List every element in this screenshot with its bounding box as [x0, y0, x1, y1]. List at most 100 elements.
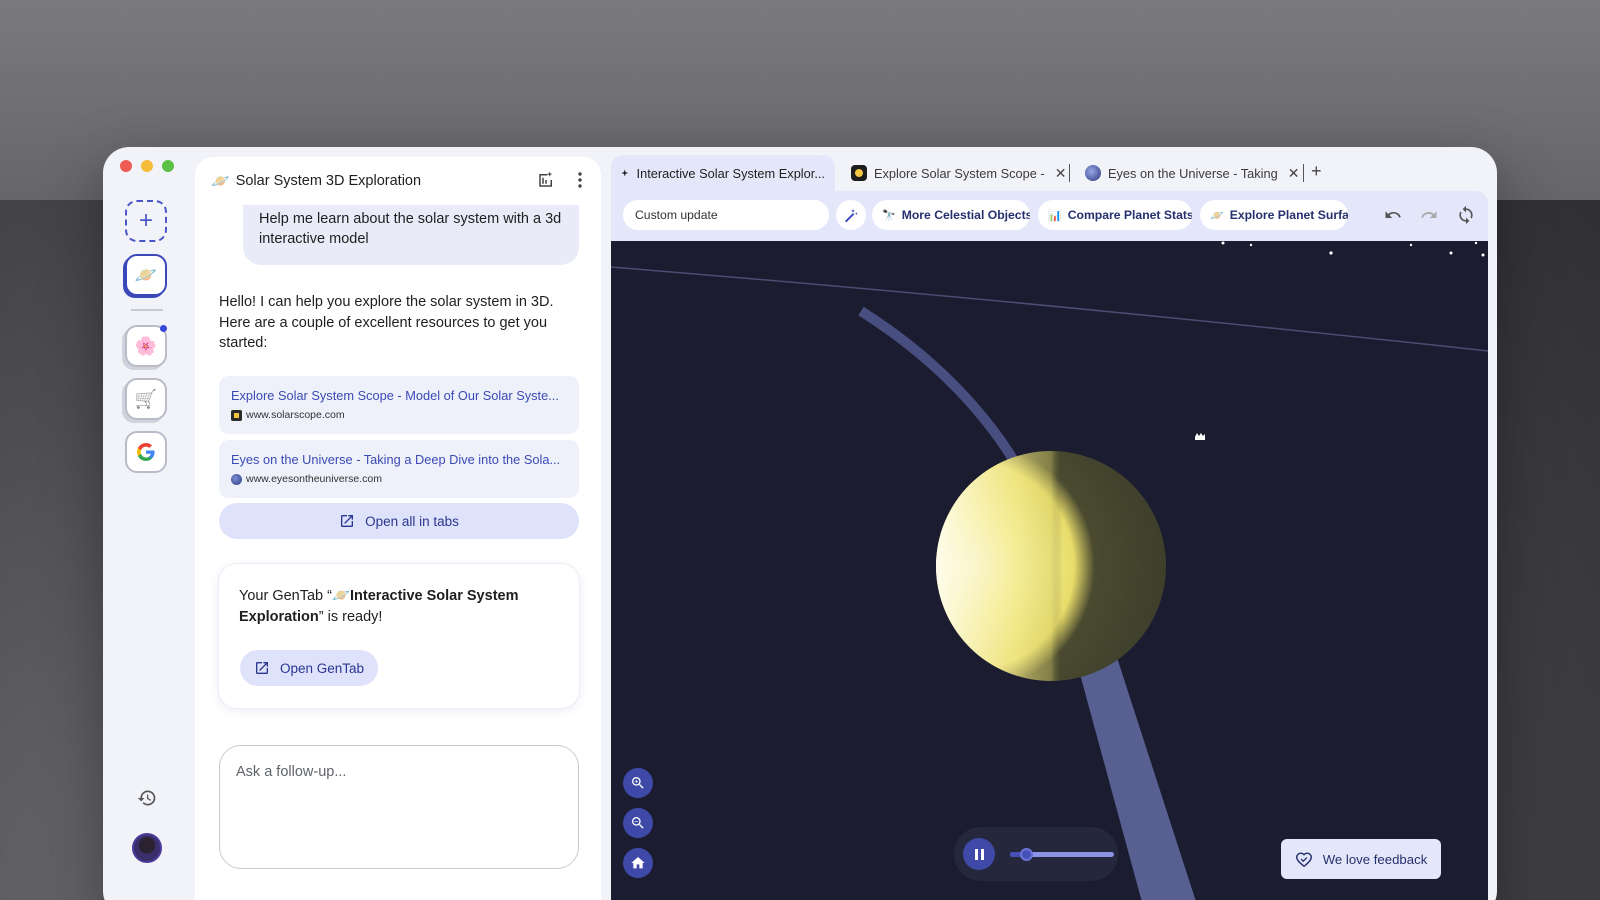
feedback-button[interactable]: We love feedback — [1281, 839, 1441, 879]
avatar[interactable] — [132, 833, 162, 863]
ringed-planet-icon: 🪐 — [331, 588, 351, 604]
gentab-ready-card: Your GenTab “🪐Interactive Solar System E… — [219, 564, 579, 708]
link-card-eyes[interactable]: Eyes on the Universe - Taking a Deep Div… — [219, 440, 579, 498]
custom-update-placeholder: Custom update — [635, 208, 718, 222]
gentab-suffix: ” is ready! — [318, 608, 383, 625]
new-tab-button[interactable]: + — [1311, 161, 1322, 182]
notification-dot — [160, 325, 167, 332]
heart-feedback-icon — [1295, 852, 1312, 867]
zoom-out-icon — [632, 817, 644, 829]
add-tab-sparkle-icon[interactable] — [537, 171, 555, 189]
ringed-planet-icon: 🪐 — [134, 264, 158, 285]
chip-explore-planet-surface[interactable]: 🪐 Explore Planet Surfac — [1200, 200, 1348, 230]
gentab-prefix: Your GenTab “ — [239, 588, 332, 604]
tab-divider — [1069, 164, 1070, 182]
telescope-icon: 🔭 — [882, 209, 896, 222]
redo-icon[interactable] — [1420, 206, 1438, 224]
history-icon[interactable] — [137, 788, 157, 808]
chip-more-celestial-objects[interactable]: 🔭 More Celestial Objects — [872, 200, 1030, 230]
pause-button[interactable] — [963, 838, 995, 870]
chat-panel: 🪐 Solar System 3D Exploration Help me le… — [195, 157, 601, 900]
chat-title: Solar System 3D Exploration — [235, 173, 422, 189]
magic-wand-icon — [845, 209, 858, 223]
home-view-button[interactable] — [623, 848, 653, 878]
tab-label: Eyes on the Universe - Taking — [1108, 165, 1278, 181]
rail-item-solar-system[interactable]: 🪐 — [125, 254, 167, 296]
undo-icon[interactable] — [1384, 206, 1402, 224]
solarscope-favicon-icon — [231, 409, 242, 421]
cherry-blossom-icon: 🌸 — [134, 335, 158, 356]
speed-slider-thumb[interactable] — [1019, 848, 1033, 861]
ringed-planet-icon: 🪐 — [1210, 209, 1224, 222]
grab-cursor-icon — [1195, 433, 1205, 440]
zoom-in-button[interactable] — [623, 768, 653, 798]
custom-update-input[interactable]: Custom update — [623, 200, 829, 230]
feedback-label: We love feedback — [1322, 851, 1428, 867]
bar-chart-icon: 📊 — [1048, 209, 1062, 222]
zoom-in-icon — [632, 777, 644, 789]
solarscope-favicon-icon — [851, 165, 867, 181]
tab-label: Explore Solar System Scope - — [874, 165, 1045, 181]
magic-wand-button[interactable] — [836, 200, 866, 230]
followup-box[interactable] — [219, 745, 579, 869]
open-gentab-label: Open GenTab — [279, 660, 365, 676]
new-gentab-button[interactable]: + — [125, 200, 167, 242]
link-url: www.eyesontheuniverse.com — [246, 473, 382, 485]
link-url: www.solarscope.com — [246, 409, 345, 421]
left-rail: + 🪐 🌸 🛒 — [103, 147, 189, 900]
eyes-favicon-icon — [231, 473, 242, 485]
followup-input[interactable] — [236, 764, 562, 780]
zoom-out-button[interactable] — [623, 808, 653, 838]
google-g-icon — [137, 443, 155, 461]
pause-icon-bar — [974, 848, 978, 860]
solar-system-scene[interactable] — [611, 241, 1488, 900]
pause-icon-bar — [980, 848, 984, 860]
rail-item-cart[interactable]: 🛒 — [125, 378, 167, 420]
browser-window: + 🪐 🌸 🛒 🪐 Solar System 3D Exploration He… — [103, 147, 1497, 900]
open-in-new-icon — [255, 662, 268, 674]
chip-label: Explore Planet Surfac — [1229, 208, 1348, 222]
orbit-band — [858, 306, 1031, 484]
shopping-cart-icon: 🛒 — [134, 388, 158, 409]
sparkle-icon — [621, 169, 629, 177]
open-all-in-tabs-button[interactable]: Open all in tabs — [219, 503, 579, 539]
solar-system-viewport[interactable]: We love feedback — [611, 241, 1488, 900]
sync-icon[interactable] — [1456, 205, 1476, 225]
tab-bar: Interactive Solar System Explor... Explo… — [611, 147, 1497, 191]
chip-compare-planet-stats[interactable]: 📊 Compare Planet Stats — [1038, 200, 1192, 230]
rail-divider — [131, 309, 163, 311]
tab-label: Interactive Solar System Explor... — [636, 165, 825, 181]
tab-eyes-on-universe[interactable]: Eyes on the Universe - Taking ✕ — [1075, 155, 1310, 191]
tab-interactive-solar-system[interactable]: Interactive Solar System Explor... — [611, 155, 835, 191]
close-tab-icon[interactable]: ✕ — [1288, 165, 1300, 182]
plus-icon: + — [138, 207, 153, 234]
eyes-favicon-icon — [1085, 165, 1101, 181]
assistant-message: Hello! I can help you explore the solar … — [219, 294, 554, 351]
star-field — [1221, 241, 1485, 257]
tab-solarscope[interactable]: Explore Solar System Scope - ✕ — [841, 155, 1076, 191]
chip-label: More Celestial Objects — [901, 208, 1030, 222]
tab-divider — [1303, 164, 1304, 182]
open-all-label: Open all in tabs — [365, 513, 459, 529]
link-title[interactable]: Explore Solar System Scope - Model of Ou… — [231, 388, 567, 403]
ringed-planet-icon: 🪐 — [211, 173, 230, 190]
gentab-toolbar: Custom update 🔭 More Celestial Objects 📊… — [611, 191, 1488, 241]
chat-header: 🪐 Solar System 3D Exploration — [195, 157, 601, 205]
open-in-new-icon — [341, 515, 354, 527]
link-card-solarscope[interactable]: Explore Solar System Scope - Model of Ou… — [219, 376, 579, 434]
rail-item-google[interactable] — [125, 431, 167, 473]
playback-controls — [954, 827, 1118, 881]
close-tab-icon[interactable]: ✕ — [1055, 165, 1067, 182]
speed-slider[interactable] — [1010, 848, 1114, 861]
more-vert-icon[interactable] — [573, 171, 587, 189]
rail-item-flower[interactable]: 🌸 — [125, 325, 167, 367]
gentab-ready-text: Your GenTab “🪐Interactive Solar System E… — [239, 586, 559, 627]
planet-highlight — [936, 451, 1166, 681]
chip-label: Compare Planet Stats — [1067, 208, 1192, 222]
orbit-line — [611, 266, 1488, 352]
user-message: Help me learn about the solar system wit… — [243, 203, 579, 265]
home-icon — [631, 857, 645, 869]
link-title[interactable]: Eyes on the Universe - Taking a Deep Div… — [231, 452, 567, 467]
open-gentab-button[interactable]: Open GenTab — [240, 650, 378, 686]
browser-area: Interactive Solar System Explor... Explo… — [611, 147, 1497, 900]
